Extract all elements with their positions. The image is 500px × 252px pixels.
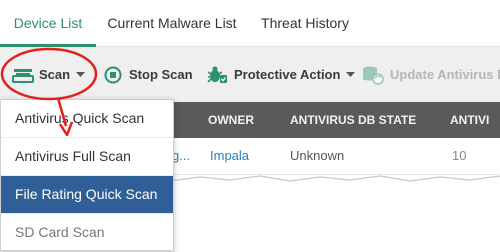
stop-scan-button[interactable]: Stop Scan xyxy=(104,47,193,102)
scanner-icon xyxy=(12,67,34,83)
scan-label: Scan xyxy=(39,67,71,82)
scan-dropdown-menu: Antivirus Quick Scan Antivirus Full Scan… xyxy=(0,99,174,251)
toolbar: Scan Stop Scan Protective Action Update … xyxy=(0,47,500,102)
tab-current-malware-list[interactable]: Current Malware List xyxy=(104,0,240,46)
menu-item-file-rating-quick-scan[interactable]: File Rating Quick Scan xyxy=(1,176,173,214)
protective-action-icon xyxy=(206,66,228,84)
tab-threat-history[interactable]: Threat History xyxy=(252,0,358,46)
menu-item-sd-card-scan[interactable]: SD Card Scan xyxy=(1,214,173,251)
menu-item-antivirus-full-scan[interactable]: Antivirus Full Scan xyxy=(1,138,173,176)
scan-button[interactable]: Scan xyxy=(12,47,86,102)
stop-circle-icon xyxy=(104,66,122,84)
column-owner[interactable]: OWNER xyxy=(208,102,254,138)
caret-down-icon xyxy=(346,71,356,78)
db-state-cell: Unknown xyxy=(290,148,345,163)
column-antivirus-db-state[interactable]: ANTIVIRUS DB STATE xyxy=(290,102,416,138)
menu-item-antivirus-quick-scan[interactable]: Antivirus Quick Scan xyxy=(1,100,173,138)
owner-cell[interactable]: Impala xyxy=(210,138,249,174)
tab-device-list[interactable]: Device List xyxy=(0,0,96,47)
tab-bar: Device List Current Malware List Threat … xyxy=(0,0,500,47)
protective-action-button[interactable]: Protective Action xyxy=(206,47,356,102)
version-cell: 10 xyxy=(452,148,467,163)
update-antivirus-db-label: Update Antivirus DB xyxy=(390,67,500,82)
update-antivirus-db-button[interactable]: Update Antivirus DB xyxy=(362,47,500,102)
stop-scan-label: Stop Scan xyxy=(129,67,193,82)
column-antivirus-version[interactable]: ANTIVI xyxy=(450,102,489,138)
device-name-cell[interactable]: g... xyxy=(172,138,190,174)
caret-down-icon xyxy=(76,71,86,78)
database-refresh-icon xyxy=(362,65,384,85)
protective-action-label: Protective Action xyxy=(234,67,341,82)
